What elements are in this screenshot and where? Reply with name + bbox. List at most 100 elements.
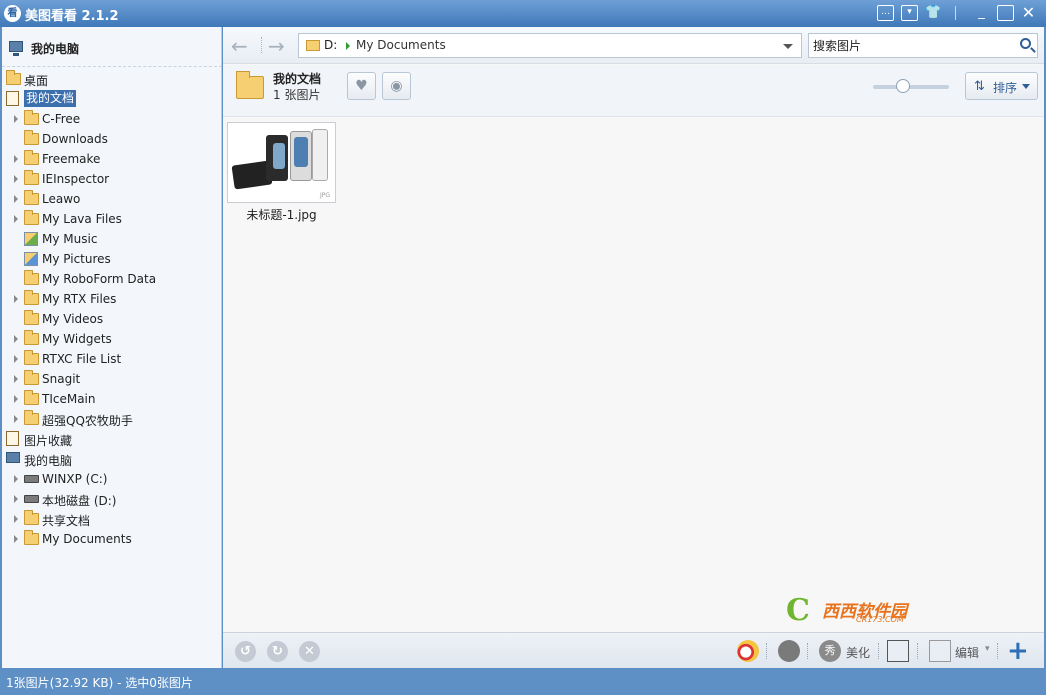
zoom-slider[interactable] [873,85,949,89]
rotate-left-icon[interactable]: ↺ [235,641,256,662]
folder-icon [24,290,39,305]
tree-item[interactable]: My Pictures [2,249,221,269]
preview-button[interactable]: ◉ [382,72,411,100]
skin-icon[interactable]: 👕 [925,5,942,21]
meitu-icon[interactable]: 秀 [819,640,841,662]
tree-item[interactable]: RTXC File List [2,349,221,369]
thumbnail-filename[interactable]: 未标题-1.jpg [227,206,336,223]
expand-arrow-icon[interactable] [14,395,18,403]
expand-arrow-icon[interactable] [14,415,18,423]
zoom-slider-handle[interactable] [896,79,910,93]
tree-item-label: WINXP (C:) [42,472,108,486]
back-arrow-icon[interactable]: ← [231,34,248,58]
expand-arrow-icon[interactable] [14,535,18,543]
navigation-bar: ← → D: My Documents [223,27,1044,64]
folder-icon [306,40,320,51]
feedback-icon[interactable]: … [877,5,894,21]
expand-arrow-icon[interactable] [14,195,18,203]
heart-icon: ♥ [355,78,368,94]
expand-arrow-icon[interactable] [14,375,18,383]
tree-item[interactable]: IEInspector [2,169,221,189]
expand-arrow-icon[interactable] [14,495,18,503]
tree-item[interactable]: TIceMain [2,389,221,409]
watermark-logo: C 西西软件园 CR173.COM [786,593,946,628]
expand-arrow-icon[interactable] [14,175,18,183]
expand-arrow-icon[interactable] [14,335,18,343]
expand-arrow-icon[interactable] [14,295,18,303]
tree-item[interactable]: Freemake [2,149,221,169]
sort-button[interactable]: ⇅ 排序 [965,72,1038,100]
search-box [808,33,1038,58]
close-icon[interactable]: ✕ [1020,5,1037,21]
tree-item-label: RTXC File List [42,352,122,366]
sidebar-header[interactable]: 我的电脑 [2,27,221,67]
minimize-icon[interactable]: _ [973,5,990,21]
tree-item[interactable]: My Documents [2,529,221,549]
tree-item[interactable]: WINXP (C:) [2,469,221,489]
path-drive[interactable]: D: [324,38,337,52]
folder-icon [24,530,39,545]
tree-item[interactable]: 本地磁盘 (D:) [2,489,221,509]
tree-item[interactable]: Downloads [2,129,221,149]
main-panel: ← → D: My Documents 我的文档 1 张图片 ♥ ◉ ⇅ 排序 [223,27,1044,668]
tree-item[interactable]: Snagit [2,369,221,389]
search-icon[interactable] [1020,38,1031,49]
edit-button[interactable]: 编辑 [955,644,979,661]
address-bar[interactable]: D: My Documents [298,33,802,58]
chevron-down-icon[interactable] [783,44,793,49]
eye-icon: ◉ [390,78,403,94]
tree-item[interactable]: My RoboForm Data [2,269,221,289]
toolbar-divider [766,643,767,659]
tree-item[interactable]: My RTX Files [2,289,221,309]
renren-icon[interactable] [778,640,800,662]
tree-item[interactable]: C-Free [2,109,221,129]
slideshow-icon[interactable] [887,640,909,662]
expand-arrow-icon[interactable] [14,355,18,363]
tree-item[interactable]: My Widgets [2,329,221,349]
tree-item-label: Downloads [42,132,108,146]
folder-icon [236,71,264,99]
computer-icon [6,452,20,463]
tree-item[interactable]: 超强QQ农牧助手 [2,409,221,429]
weibo-icon[interactable] [737,640,759,662]
tree-item-label: 超强QQ农牧助手 [42,414,133,428]
tree-item[interactable]: 图片收藏 [2,429,221,449]
delete-icon[interactable]: ✕ [299,641,320,662]
tree-item-label: C-Free [42,112,81,126]
computer-icon [9,41,23,56]
tree-item[interactable]: 桌面 [2,69,221,89]
edit-dropdown-icon[interactable]: ▾ [985,644,990,654]
maximize-icon[interactable] [997,5,1014,21]
tree-item[interactable]: My Music [2,229,221,249]
image-thumbnail[interactable]: JPG [227,122,336,203]
toolbar-divider [917,643,918,659]
path-chevron-icon[interactable] [346,42,350,50]
chevron-down-icon [1022,84,1030,89]
expand-arrow-icon[interactable] [14,515,18,523]
edit-icon[interactable] [929,640,951,662]
folder-info-bar: 我的文档 1 张图片 ♥ ◉ ⇅ 排序 [223,65,1044,117]
tree-item[interactable]: Leawo [2,189,221,209]
folder-icon [24,210,39,225]
menu-icon[interactable]: ▾ [901,5,918,21]
favorite-button[interactable]: ♥ [347,72,376,100]
tree-item-label: 图片收藏 [24,434,73,448]
tree-item-label: My RoboForm Data [42,272,157,286]
beautify-button[interactable]: 美化 [846,644,870,661]
tree-item[interactable]: 我的文档 [2,89,221,109]
search-input[interactable] [813,37,1003,55]
forward-arrow-icon[interactable]: → [268,34,285,58]
expand-arrow-icon[interactable] [14,475,18,483]
add-icon[interactable]: + [1007,636,1029,666]
rotate-right-icon[interactable]: ↻ [267,641,288,662]
tree-item[interactable]: My Videos [2,309,221,329]
music-folder-icon [24,232,38,246]
expand-arrow-icon[interactable] [14,115,18,123]
tree-item[interactable]: 我的电脑 [2,449,221,469]
tree-item[interactable]: 共享文档 [2,509,221,529]
expand-arrow-icon[interactable] [14,215,18,223]
tree-item[interactable]: My Lava Files [2,209,221,229]
expand-arrow-icon[interactable] [14,155,18,163]
path-folder[interactable]: My Documents [356,38,446,52]
tree-item-label: 我的电脑 [24,454,73,468]
